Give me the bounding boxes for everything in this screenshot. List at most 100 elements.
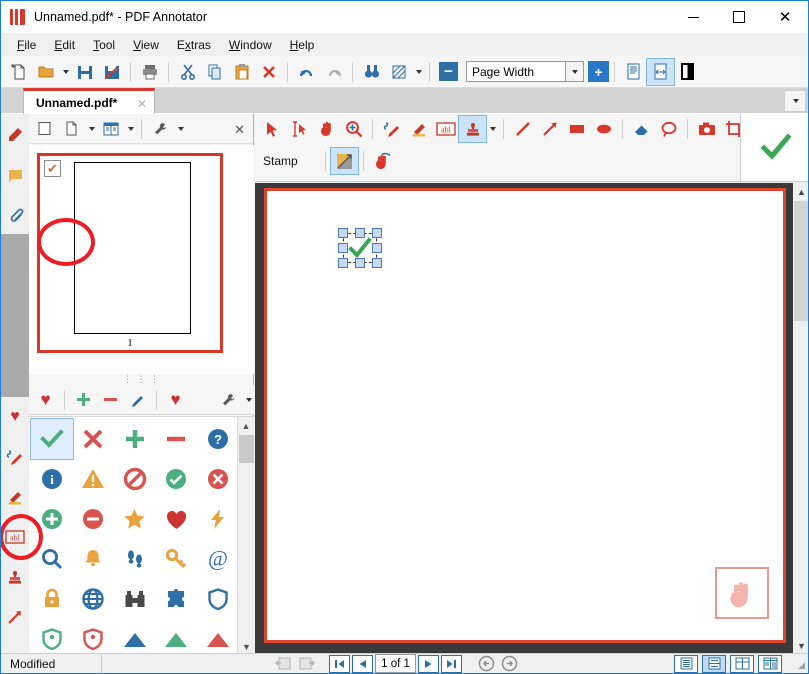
eraser-tool[interactable] [628, 116, 655, 142]
zoom-tool[interactable] [340, 116, 367, 142]
stamps-tab[interactable] [1, 557, 29, 597]
stamp-question-circle[interactable]: ? [197, 419, 239, 459]
stamp-tool-dropdown[interactable] [486, 116, 498, 142]
favorites-group-button[interactable]: ♥ [162, 387, 189, 413]
tab-overflow-dropdown[interactable] [784, 90, 806, 112]
close-button[interactable]: ✕ [762, 1, 808, 33]
save-button[interactable] [71, 59, 98, 85]
document-tab-close-icon[interactable]: ✕ [137, 97, 147, 111]
favorite-stamp-button[interactable]: ♥ [32, 387, 59, 413]
settings-button[interactable] [147, 116, 174, 142]
stamp-at-sign[interactable]: @ [197, 539, 239, 579]
delete-button[interactable] [255, 59, 282, 85]
next-page-button[interactable] [418, 654, 439, 673]
undo-button[interactable] [293, 59, 320, 85]
remove-stamp-button[interactable] [97, 387, 124, 413]
line-tool[interactable] [509, 116, 536, 142]
save-as-button[interactable] [98, 59, 125, 85]
stamp-settings-button[interactable] [215, 387, 242, 413]
pen-tool[interactable] [378, 116, 405, 142]
hand-stamp-button[interactable] [369, 148, 396, 174]
resize-handle-nw[interactable] [338, 228, 348, 238]
panel-splitter[interactable]: ⋮ ⋮ ⋮ [29, 374, 254, 385]
hand-tool[interactable] [313, 116, 340, 142]
last-page-button[interactable] [441, 654, 462, 673]
highlighter-tool[interactable] [405, 116, 432, 142]
rotate-right-button[interactable] [296, 655, 317, 673]
page-layout-button[interactable] [58, 116, 85, 142]
bookmarks-tab[interactable] [1, 114, 29, 154]
stamp-minus[interactable] [156, 419, 198, 459]
pen-tab[interactable] [1, 437, 29, 477]
menu-view[interactable]: View [124, 35, 168, 55]
stamp-heart[interactable] [156, 499, 198, 539]
stamp-puzzle[interactable] [156, 579, 198, 619]
stamp-lock[interactable] [31, 579, 73, 619]
stamp-check-circle[interactable] [156, 459, 198, 499]
first-page-button[interactable] [329, 654, 350, 673]
doc-scroll-up-icon[interactable]: ▲ [793, 183, 808, 200]
scroll-up-icon[interactable]: ▲ [238, 417, 254, 434]
single-page-view-button[interactable] [620, 59, 647, 85]
redo-button[interactable] [320, 59, 347, 85]
text-select-tool[interactable] [286, 116, 313, 142]
left-panel-close-button[interactable]: ✕ [234, 122, 245, 138]
menu-window[interactable]: Window [220, 35, 281, 55]
text-box-tool[interactable]: abl [432, 116, 459, 142]
document-scrollbar[interactable]: ▲ ▼ [793, 183, 808, 654]
rotate-left-button[interactable] [273, 655, 294, 673]
resize-handle-w[interactable] [338, 243, 348, 253]
stamp-warning-triangle[interactable] [73, 459, 115, 499]
menu-file[interactable]: File [8, 35, 45, 55]
stamp-no-entry[interactable] [114, 459, 156, 499]
minimize-button[interactable] [670, 1, 716, 33]
thumbnail-page-1[interactable]: ✔ 1 [37, 153, 223, 353]
resize-handle-sw[interactable] [338, 258, 348, 268]
stamp-grid-scrollbar[interactable]: ▲ ▼ [237, 417, 254, 655]
resize-handle-s[interactable] [355, 258, 365, 268]
zoom-level-dropdown[interactable] [566, 61, 584, 82]
resize-stamp-button[interactable] [329, 147, 359, 175]
resize-handle-n[interactable] [355, 228, 365, 238]
highlighter-tab[interactable] [1, 477, 29, 517]
notes-tab[interactable] [1, 154, 29, 194]
view-mode-book[interactable] [758, 654, 782, 673]
lasso-tool[interactable] [655, 116, 682, 142]
stamp-globe[interactable] [73, 579, 115, 619]
document-tab-unnamed[interactable]: Unnamed.pdf* ✕ [23, 88, 155, 114]
menu-extras[interactable]: Extras [168, 35, 220, 55]
placed-check-stamp[interactable] [337, 227, 383, 269]
doc-scrollbar-thumb[interactable] [794, 201, 808, 321]
print-button[interactable] [136, 59, 163, 85]
book-view-button[interactable] [97, 116, 124, 142]
scrollbar-thumb[interactable] [239, 435, 254, 463]
arrow-tool[interactable] [536, 116, 563, 142]
settings-dropdown[interactable] [174, 116, 186, 142]
navigate-forward-button[interactable] [499, 655, 520, 673]
view-mode-continuous[interactable] [702, 654, 726, 673]
rectangle-tool[interactable] [563, 116, 590, 142]
zoom-out-button[interactable]: − [435, 59, 462, 85]
stamp-lightning[interactable] [197, 499, 239, 539]
stamp-cross[interactable] [73, 419, 115, 459]
edit-stamp-button[interactable] [124, 387, 151, 413]
paste-button[interactable] [228, 59, 255, 85]
stamp-key[interactable] [156, 539, 198, 579]
zoom-in-button[interactable]: + [588, 61, 609, 82]
resize-handle-ne[interactable] [372, 228, 382, 238]
page-number-input[interactable]: 1 of 1 [375, 654, 416, 673]
select-tool[interactable] [259, 116, 286, 142]
stamp-tool[interactable] [458, 115, 487, 143]
resize-handle-se[interactable] [372, 258, 382, 268]
document-view[interactable]: ▲ ▼ [255, 183, 808, 654]
stamp-binoculars[interactable] [114, 579, 156, 619]
fit-width-view-button[interactable] [646, 57, 675, 86]
ellipse-tool[interactable] [590, 116, 617, 142]
thumbnail-checkbox[interactable]: ✔ [44, 160, 61, 177]
view-mode-single[interactable] [674, 654, 698, 673]
stamp-footprints[interactable] [114, 539, 156, 579]
stamp-minus-circle[interactable] [73, 499, 115, 539]
previous-page-button[interactable] [352, 654, 373, 673]
new-document-button[interactable] [5, 59, 32, 85]
stamp-shield[interactable] [197, 579, 239, 619]
